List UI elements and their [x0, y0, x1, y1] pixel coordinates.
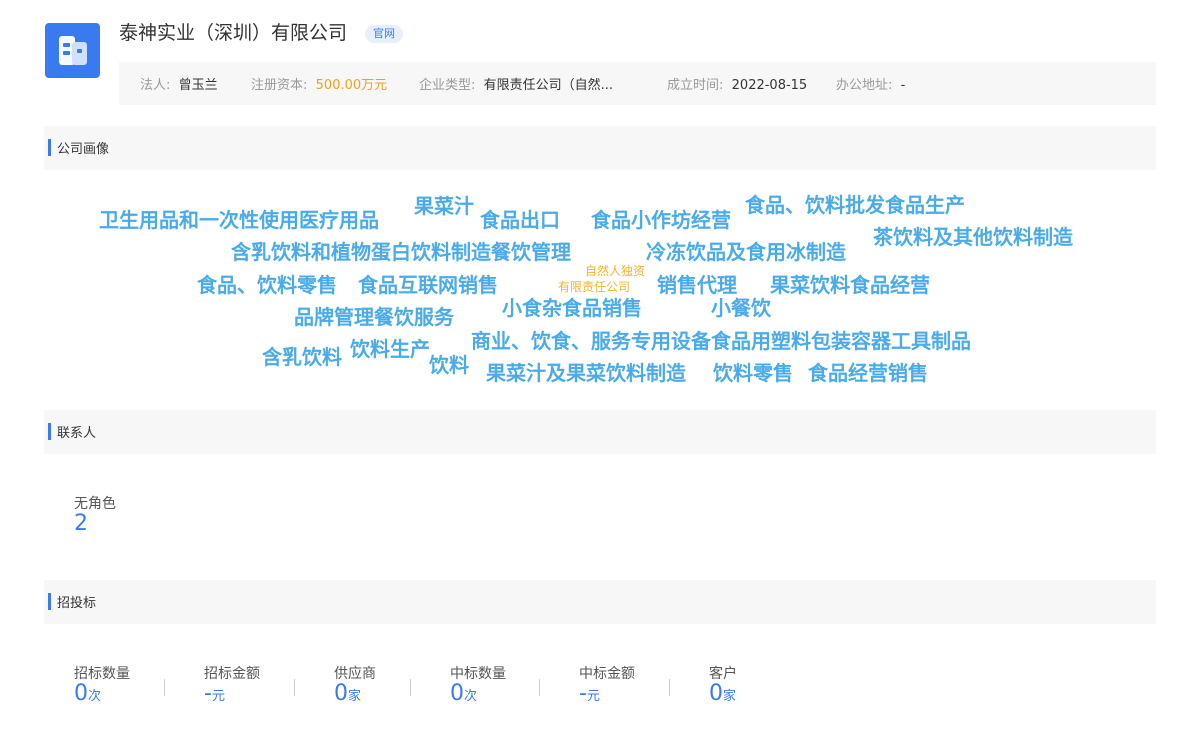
registered-capital-value: 500.00万元: [315, 78, 388, 93]
role-label: 无角色: [74, 496, 116, 512]
win-amount-value: -元: [579, 683, 600, 705]
legal-person-label: 法人:: [140, 78, 171, 93]
building-icon: [59, 36, 87, 65]
legal-person: 法人: 曾玉兰: [140, 74, 218, 93]
cloud-word: 食品、饮料零售: [197, 273, 337, 297]
supplier-number: 0: [334, 681, 348, 706]
cloud-word: 食品小作坊经营: [591, 208, 731, 232]
bid-amount-value: -元: [204, 683, 225, 705]
customer-number: 0: [709, 681, 723, 706]
contacts-title: 联系人: [57, 426, 97, 441]
portrait-section-header: 公司画像: [44, 126, 1156, 170]
portrait-title: 公司画像: [57, 142, 110, 157]
supplier-value[interactable]: 0家: [334, 683, 361, 705]
win-count-number: 0: [450, 681, 464, 706]
supplier-unit: 家: [348, 689, 362, 704]
cloud-word: 食品互联网销售: [358, 273, 498, 297]
win-count-value[interactable]: 0次: [450, 683, 477, 705]
official-site-badge[interactable]: 官网: [365, 25, 403, 43]
win-count-unit: 次: [464, 689, 478, 704]
cloud-word: 卫生用品和一次性使用医疗用品: [99, 208, 379, 232]
cloud-word: 食品、饮料批发食品生产: [745, 193, 965, 217]
bid-count-number: 0: [74, 681, 88, 706]
cloud-word: 小食杂食品销售: [502, 296, 642, 320]
stat-divider: [669, 679, 670, 696]
bid-count-label: 招标数量: [74, 666, 130, 682]
cloud-word: 销售代理: [657, 273, 737, 297]
founded-date-label: 成立时间:: [667, 78, 724, 93]
bid-amount-label: 招标金额: [204, 666, 260, 682]
cloud-word: 食品经营销售: [808, 361, 928, 385]
cloud-word: 食品出口: [480, 208, 560, 232]
section-accent-bar: [48, 139, 51, 156]
customer-unit: 家: [723, 689, 737, 704]
bid-amount-unit: 元: [211, 689, 225, 704]
win-amount-number: -: [579, 681, 587, 706]
bid-count-unit: 次: [88, 689, 102, 704]
win-count-label: 中标数量: [450, 666, 506, 682]
company-type: 企业类型: 有限责任公司（自然...: [419, 74, 613, 93]
cloud-word: 含乳饮料: [262, 345, 342, 369]
customer-value[interactable]: 0家: [709, 683, 736, 705]
office-address-value: -: [900, 78, 906, 93]
cloud-word: 小餐饮: [711, 296, 771, 320]
stat-divider: [539, 679, 540, 696]
stat-divider: [410, 679, 411, 696]
cloud-word: 果菜汁: [414, 194, 474, 218]
office-address: 办公地址: -: [836, 74, 905, 93]
cloud-center-line2: 有限责任公司: [558, 280, 631, 294]
bid-count-value[interactable]: 0次: [74, 683, 101, 705]
role-count[interactable]: 2: [74, 513, 88, 535]
cloud-word: 商业、饮食、服务专用设备食品用塑料包装容器工具制品: [471, 329, 971, 353]
cloud-word: 饮料: [429, 353, 469, 377]
win-amount-unit: 元: [586, 689, 600, 704]
stat-divider: [164, 679, 165, 696]
cloud-word: 品牌管理餐饮服务: [294, 305, 454, 329]
bidding-title: 招投标: [57, 596, 97, 611]
company-info-bar: 法人: 曾玉兰 注册资本: 500.00万元 企业类型: 有限责任公司（自然..…: [119, 62, 1156, 105]
founded-date: 成立时间: 2022-08-15: [667, 74, 807, 93]
cloud-word: 果菜饮料食品经营: [770, 273, 930, 297]
section-accent-bar: [48, 593, 51, 610]
cloud-word: 含乳饮料和植物蛋白饮料制造餐饮管理: [231, 240, 571, 264]
supplier-label: 供应商: [334, 666, 376, 682]
company-type-label: 企业类型:: [419, 78, 476, 93]
company-logo: [45, 23, 100, 78]
customer-label: 客户: [709, 666, 737, 682]
cloud-word: 冷冻饮品及食用冰制造: [646, 240, 846, 264]
cloud-word: 果菜汁及果菜饮料制造: [486, 361, 686, 385]
stat-divider: [294, 679, 295, 696]
registered-capital-label: 注册资本:: [251, 78, 308, 93]
office-address-label: 办公地址:: [836, 78, 893, 93]
cloud-word: 饮料生产: [350, 337, 430, 361]
bidding-section-header: 招投标: [44, 580, 1156, 624]
cloud-word: 饮料零售: [713, 361, 793, 385]
founded-date-value: 2022-08-15: [731, 78, 808, 93]
legal-person-value[interactable]: 曾玉兰: [179, 78, 218, 93]
win-amount-label: 中标金额: [579, 666, 635, 682]
cloud-center-line1: 自然人独资: [585, 264, 646, 278]
bid-amount-number: -: [204, 681, 212, 706]
contacts-section-header: 联系人: [44, 410, 1156, 454]
cloud-word: 茶饮料及其他饮料制造: [873, 225, 1073, 249]
section-accent-bar: [48, 423, 51, 440]
company-name: 泰神实业（深圳）有限公司: [119, 22, 348, 44]
company-type-value: 有限责任公司（自然...: [483, 78, 614, 93]
registered-capital: 注册资本: 500.00万元: [251, 74, 387, 93]
